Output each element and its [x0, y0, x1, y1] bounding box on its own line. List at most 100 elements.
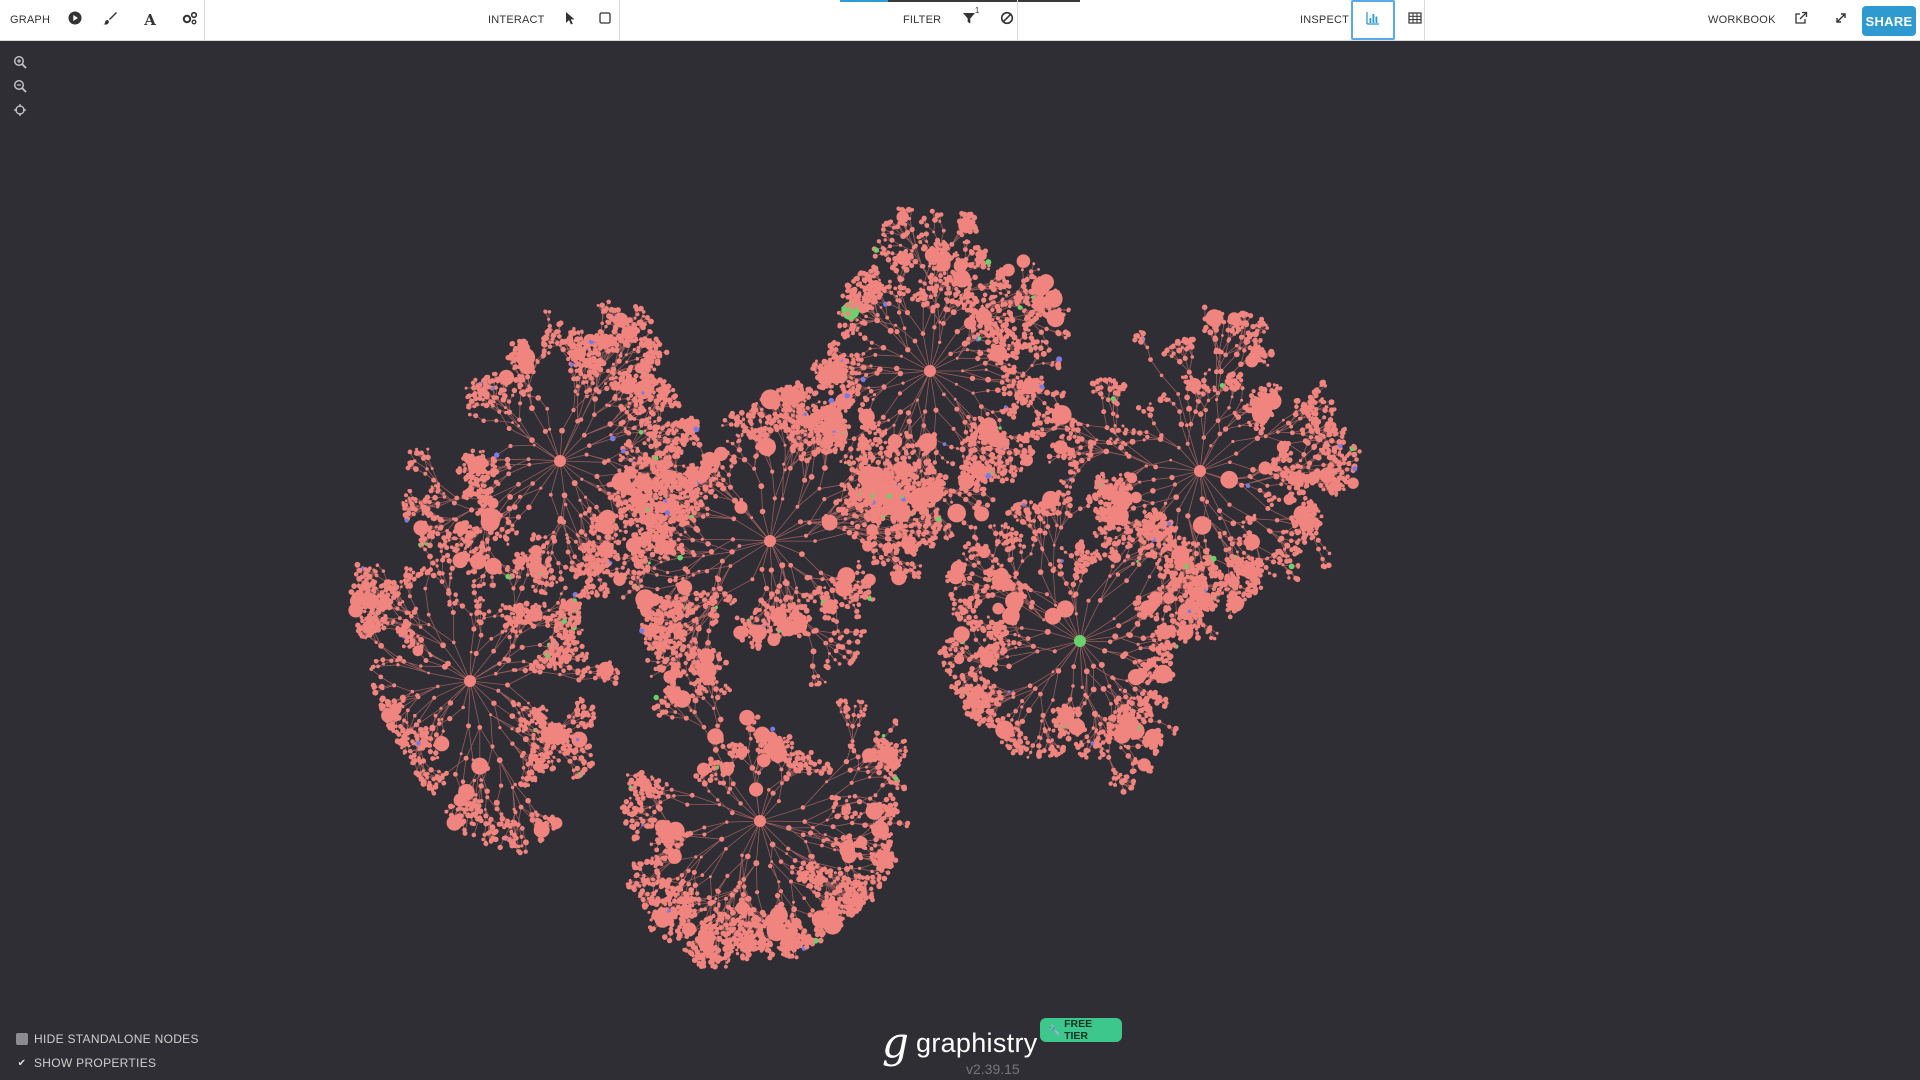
graph-node[interactable]	[822, 614, 828, 621]
graph-node[interactable]	[1118, 716, 1122, 720]
graph-node[interactable]	[772, 496, 777, 501]
graph-node[interactable]	[1056, 600, 1074, 618]
graph-node[interactable]	[1019, 550, 1024, 554]
graph-node[interactable]	[1173, 725, 1179, 732]
graph-node[interactable]	[854, 597, 859, 602]
graph-node[interactable]	[951, 612, 955, 616]
graph-node[interactable]	[982, 697, 986, 701]
graph-node[interactable]	[1165, 557, 1170, 562]
graph-node[interactable]	[985, 662, 989, 666]
graph-node[interactable]	[930, 524, 937, 531]
graph-node[interactable]	[1131, 679, 1137, 685]
graph-node[interactable]	[765, 415, 769, 419]
graph-node[interactable]	[628, 444, 634, 449]
graph-node[interactable]	[649, 497, 655, 503]
graph-node[interactable]	[1036, 743, 1042, 749]
graph-node[interactable]	[705, 649, 710, 653]
graph-node[interactable]	[1007, 557, 1013, 563]
graph-node[interactable]	[804, 533, 808, 538]
graph-node[interactable]	[749, 615, 754, 620]
graph-node[interactable]	[795, 504, 800, 509]
graph-node[interactable]	[649, 466, 654, 470]
graph-node[interactable]	[996, 629, 1001, 635]
graph-node[interactable]	[813, 539, 817, 543]
graph-node[interactable]	[664, 637, 668, 642]
graph-node[interactable]	[1050, 754, 1054, 758]
graph-node[interactable]	[959, 674, 965, 680]
graph-node[interactable]	[842, 655, 847, 659]
graph-node[interactable]	[1138, 659, 1142, 663]
graph-node[interactable]	[992, 624, 998, 631]
graph-node[interactable]	[970, 672, 976, 678]
graph-node[interactable]	[666, 626, 671, 631]
graph-node[interactable]	[737, 631, 742, 637]
graph-node[interactable]	[857, 559, 860, 563]
graph-node[interactable]	[862, 439, 866, 443]
graph-node[interactable]	[821, 448, 826, 452]
graph-node[interactable]	[825, 658, 830, 664]
graph-node[interactable]	[649, 674, 653, 678]
graph-node[interactable]	[679, 533, 683, 537]
graph-node[interactable]	[992, 602, 1004, 615]
graph-node[interactable]	[849, 501, 854, 507]
graph-node[interactable]	[1051, 670, 1055, 674]
graph-node[interactable]	[754, 616, 758, 619]
graph-node[interactable]	[788, 395, 792, 398]
graph-node[interactable]	[1125, 744, 1131, 750]
graph-node[interactable]	[969, 698, 974, 703]
graph-node[interactable]	[1051, 698, 1055, 702]
graph-node[interactable]	[712, 620, 717, 626]
graph-node[interactable]	[1095, 552, 1101, 557]
graph-node[interactable]	[804, 429, 808, 433]
graph-node[interactable]	[992, 712, 997, 717]
graph-node[interactable]	[642, 558, 649, 564]
graph-node[interactable]	[1065, 490, 1071, 496]
graph-node[interactable]	[667, 549, 671, 553]
graph-node[interactable]	[823, 400, 827, 405]
graph-node[interactable]	[1019, 626, 1024, 630]
graph-node[interactable]	[842, 573, 848, 579]
graph-node[interactable]	[689, 640, 693, 644]
graph-node[interactable]	[832, 446, 838, 453]
graph-node[interactable]	[1062, 501, 1066, 505]
graph-node[interactable]	[1063, 581, 1069, 586]
graph-node[interactable]	[648, 548, 652, 552]
graph-node[interactable]	[1074, 561, 1079, 565]
graph-node[interactable]	[1161, 703, 1168, 709]
graph-node[interactable]	[764, 612, 769, 617]
graph-node[interactable]	[1170, 573, 1176, 579]
graph-node[interactable]	[640, 622, 644, 627]
graph-node[interactable]	[700, 537, 704, 541]
graph-node[interactable]	[1115, 695, 1122, 702]
graph-node[interactable]	[762, 428, 767, 433]
graph-node[interactable]	[1106, 754, 1112, 760]
graph-node[interactable]	[1044, 498, 1050, 504]
graph-node[interactable]	[1052, 649, 1057, 654]
graph-node[interactable]	[728, 422, 734, 427]
graph-node[interactable]	[792, 438, 797, 443]
graph-node[interactable]	[773, 396, 777, 400]
graph-node[interactable]	[666, 570, 670, 575]
graph-node[interactable]	[639, 608, 645, 613]
graph-node[interactable]	[764, 420, 770, 425]
graph-node[interactable]	[685, 673, 689, 677]
graph-node[interactable]	[1074, 635, 1086, 647]
graph-node[interactable]	[824, 604, 829, 609]
graph-node[interactable]	[659, 496, 663, 500]
graph-node[interactable]	[626, 568, 630, 572]
graph-node[interactable]	[1006, 663, 1012, 670]
graph-node[interactable]	[819, 428, 823, 432]
graph-node[interactable]	[783, 399, 789, 404]
graph-node[interactable]	[685, 569, 691, 575]
graph-node[interactable]	[702, 649, 706, 653]
graph-node[interactable]	[1132, 709, 1136, 713]
graph-node[interactable]	[823, 596, 828, 602]
graph-node[interactable]	[784, 619, 788, 624]
graph-node[interactable]	[1077, 557, 1082, 563]
graph-node[interactable]	[917, 525, 922, 529]
graph-node[interactable]	[755, 640, 760, 644]
graph-node[interactable]	[688, 420, 695, 427]
graph-node[interactable]	[686, 643, 691, 649]
graph-node[interactable]	[699, 466, 704, 471]
graph-node[interactable]	[730, 441, 735, 446]
